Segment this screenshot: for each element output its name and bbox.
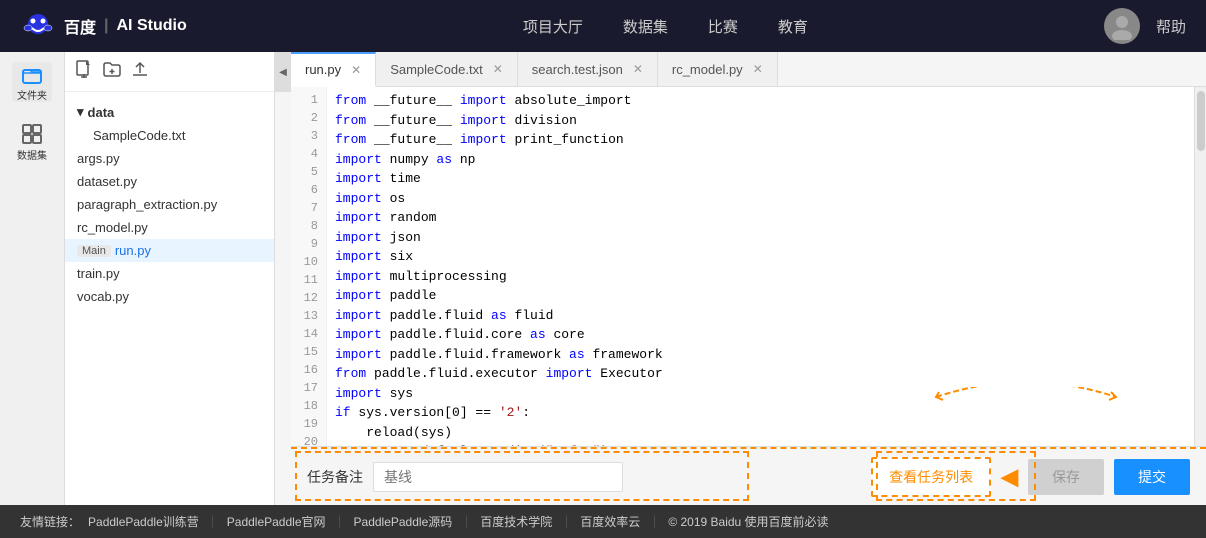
dataset-icon	[21, 123, 43, 145]
tab-runpy[interactable]: run.py ✕	[291, 52, 376, 87]
orange-arrow-icon: ◀	[1001, 464, 1018, 490]
avatar-icon	[1108, 12, 1136, 40]
tab-searchtest[interactable]: search.test.json ✕	[518, 52, 658, 86]
file-panel: ▾ data SampleCode.txt args.py dataset.py…	[65, 52, 275, 505]
scrollbar-thumb[interactable]	[1197, 91, 1205, 151]
footer: 友情链接： PaddlePaddle训练营 ｜ PaddlePaddle官网 ｜…	[0, 505, 1206, 538]
nav-item-education[interactable]: 教育	[778, 12, 808, 41]
folder-name: data	[88, 105, 115, 120]
top-navigation: 百度 | AI Studio 项目大厅 数据集 比赛 教育 帮助	[0, 0, 1206, 52]
footer-link-2[interactable]: PaddlePaddle官网	[227, 513, 326, 530]
file-item-dataset[interactable]: dataset.py	[65, 170, 274, 193]
footer-link-3[interactable]: PaddlePaddle源码	[354, 513, 453, 530]
studio-text: AI Studio	[117, 17, 187, 35]
line-numbers: 123456789101112131415161718192021222324	[291, 87, 327, 446]
tab-rcmodel-label: rc_model.py	[672, 62, 743, 77]
tab-samplecode-close[interactable]: ✕	[493, 62, 503, 76]
footer-prefix: 友情链接：	[20, 513, 80, 530]
file-item-paragraph[interactable]: paragraph_extraction.py	[65, 193, 274, 216]
help-link[interactable]: 帮助	[1156, 16, 1186, 37]
left-sidebar: 文件夹 数据集	[0, 52, 65, 505]
file-item-vocab[interactable]: vocab.py	[65, 285, 274, 308]
submit-button[interactable]: 提交	[1114, 459, 1190, 495]
footer-link-1[interactable]: PaddlePaddle训练营	[88, 513, 199, 530]
file-item-args[interactable]: args.py	[65, 147, 274, 170]
chevron-down-icon: ▾	[77, 104, 84, 120]
footer-copyright: © 2019 Baidu 使用百度前必读	[668, 513, 828, 530]
avatar[interactable]	[1104, 8, 1140, 44]
nav-item-competition[interactable]: 比赛	[708, 12, 738, 41]
nav-item-project[interactable]: 项目大厅	[523, 12, 583, 41]
code-editor[interactable]: 123456789101112131415161718192021222324 …	[291, 87, 1194, 446]
file-item-train[interactable]: train.py	[65, 262, 274, 285]
view-tasks-button[interactable]: 查看任务列表	[871, 457, 991, 497]
file-toolbar	[65, 52, 274, 92]
logo: 百度 | AI Studio	[20, 8, 187, 44]
file-item-samplecode[interactable]: SampleCode.txt	[81, 124, 274, 147]
sidebar-files-icon[interactable]: 文件夹	[12, 62, 52, 102]
baidu-text: 百度	[64, 14, 96, 38]
dataset-label: 数据集	[17, 147, 47, 162]
files-label: 文件夹	[17, 87, 47, 102]
editor-tabs: run.py ✕ SampleCode.txt ✕ search.test.js…	[291, 52, 1206, 87]
new-folder-icon[interactable]	[103, 60, 121, 83]
tab-runpy-label: run.py	[305, 62, 341, 77]
bottom-toolbar: 任务备注 查看任务列表 ◀ 保存 提交	[291, 447, 1206, 505]
tab-searchtest-close[interactable]: ✕	[633, 62, 643, 76]
tab-rcmodel-close[interactable]: ✕	[753, 62, 763, 76]
editor-area: run.py ✕ SampleCode.txt ✕ search.test.js…	[291, 52, 1206, 505]
new-file-icon[interactable]	[75, 60, 93, 83]
baidu-logo-icon	[20, 8, 56, 44]
tab-samplecode-label: SampleCode.txt	[390, 62, 483, 77]
tab-rcmodel[interactable]: rc_model.py ✕	[658, 52, 778, 86]
code-content[interactable]: from __future__ import absolute_importfr…	[327, 87, 1194, 446]
editor-scrollbar[interactable]	[1194, 87, 1206, 446]
nav-menu: 项目大厅 数据集 比赛 教育	[227, 12, 1104, 41]
main-badge: Main	[77, 245, 111, 257]
nav-divider: |	[104, 17, 108, 35]
footer-link-4[interactable]: 百度技术学院	[480, 513, 552, 530]
baseline-input[interactable]	[373, 462, 623, 492]
footer-link-5[interactable]: 百度效率云	[580, 513, 640, 530]
file-tree: ▾ data SampleCode.txt args.py dataset.py…	[65, 92, 274, 505]
nav-item-dataset[interactable]: 数据集	[623, 12, 668, 41]
tab-samplecode[interactable]: SampleCode.txt ✕	[376, 52, 518, 86]
file-item-rcmodel[interactable]: rc_model.py	[65, 216, 274, 239]
tab-runpy-close[interactable]: ✕	[351, 63, 361, 77]
folder-data[interactable]: ▾ data	[65, 100, 274, 124]
tab-searchtest-label: search.test.json	[532, 62, 623, 77]
collapse-icon: ◀	[279, 67, 287, 78]
task-note-label: 任务备注	[307, 467, 363, 487]
main-content: 文件夹 数据集	[0, 52, 1206, 505]
folder-icon	[21, 63, 43, 85]
panel-collapse-arrow[interactable]: ◀	[275, 52, 291, 92]
nav-right: 帮助	[1104, 8, 1186, 44]
file-active-name: run.py	[115, 243, 151, 258]
save-button[interactable]: 保存	[1028, 459, 1104, 495]
file-item-runpy[interactable]: Main run.py	[65, 239, 274, 262]
upload-icon[interactable]	[131, 60, 149, 83]
bottom-toolbar-wrapper: 任务备注 查看任务列表 ◀ 保存 提交	[291, 446, 1206, 505]
sidebar-dataset-icon[interactable]: 数据集	[12, 122, 52, 162]
